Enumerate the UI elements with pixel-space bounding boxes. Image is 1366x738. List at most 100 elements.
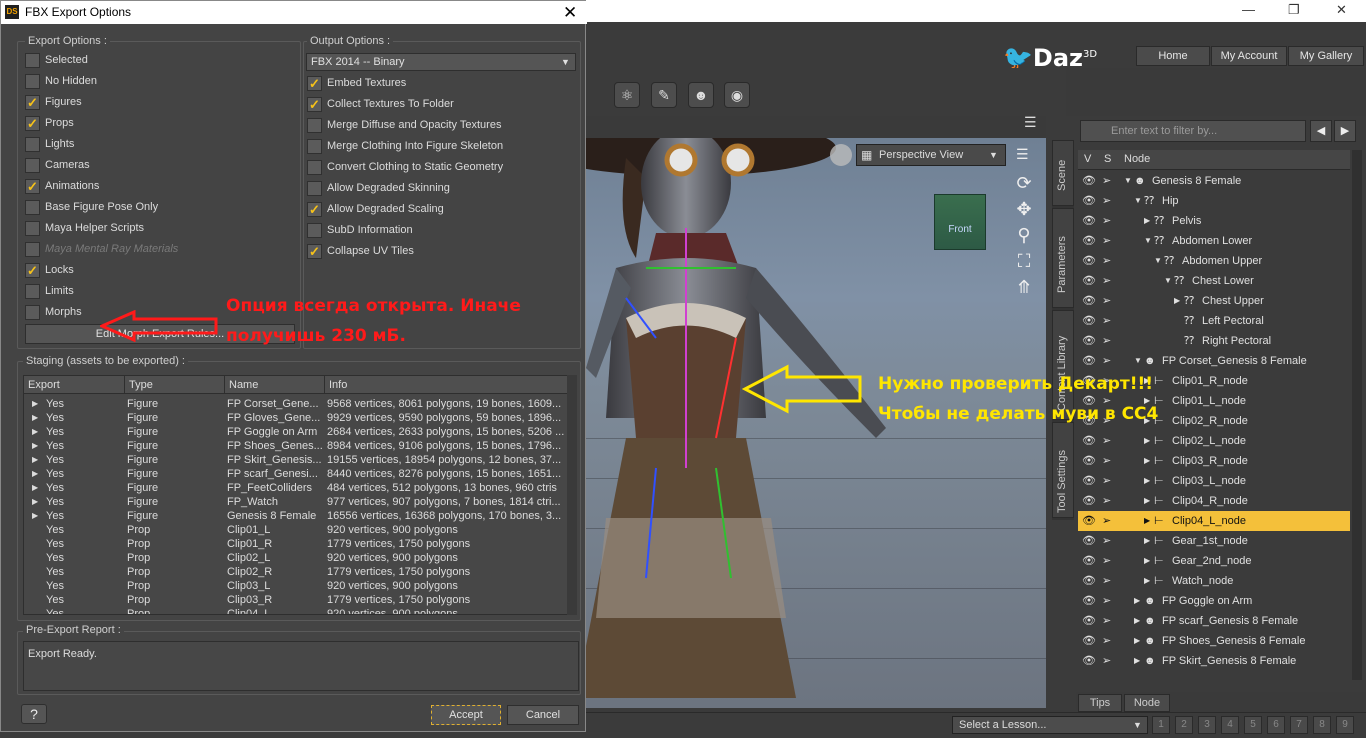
col-name[interactable]: Name	[225, 376, 325, 394]
eye-icon[interactable]: 👁	[1082, 291, 1096, 311]
twisty-icon[interactable]: ▶	[1144, 431, 1150, 451]
scene-filter-input[interactable]: Enter text to filter by...	[1080, 120, 1306, 142]
output-option[interactable]: Merge Diffuse and Opacity Textures	[307, 117, 571, 135]
col-type[interactable]: Type	[125, 376, 225, 394]
expand-arrow-icon[interactable]: ▶	[32, 425, 42, 439]
filter-prev-icon[interactable]: ◀	[1310, 120, 1332, 142]
lesson-step-button[interactable]: 9	[1336, 716, 1354, 734]
eye-icon[interactable]: 👁	[1082, 331, 1096, 351]
eye-icon[interactable]: 👁	[1082, 271, 1096, 291]
checkbox[interactable]: ✓	[307, 76, 322, 91]
select-arrow-icon[interactable]: ➢	[1102, 311, 1111, 331]
eye-icon[interactable]: 👁	[1082, 251, 1096, 271]
scene-node[interactable]: 👁 ➢ ▼ ⁇ Hip	[1078, 191, 1350, 211]
twisty-icon[interactable]: ▶	[1144, 551, 1150, 571]
twisty-icon[interactable]: ▼	[1124, 171, 1132, 191]
scene-node[interactable]: 👁 ➢ ▼ ⁇ Abdomen Lower	[1078, 231, 1350, 251]
eye-icon[interactable]: 👁	[1082, 431, 1096, 451]
output-option[interactable]: ✓ Embed Textures	[307, 75, 571, 93]
checkbox[interactable]	[307, 118, 322, 133]
checkbox[interactable]: ✓	[25, 263, 40, 278]
twisty-icon[interactable]: ▶	[1134, 611, 1140, 631]
table-row[interactable]: ▶ Yes Figure FP_Watch 977 vertices, 907 poly…	[24, 495, 568, 509]
export-option[interactable]: Base Figure Pose Only	[25, 199, 285, 217]
eye-icon[interactable]: 👁	[1082, 651, 1096, 671]
table-row[interactable]: Yes Prop Clip04_L 920 vertices, 900 polygon…	[24, 607, 568, 614]
frame-icon[interactable]: ⛶	[1012, 250, 1036, 274]
eye-icon[interactable]: 👁	[1082, 571, 1096, 591]
orbit-icon[interactable]: ⟳	[1012, 172, 1036, 196]
close-icon[interactable]: ✕	[563, 1, 577, 24]
table-row[interactable]: Yes Prop Clip02_R 1779 vertices, 1750 polyg…	[24, 565, 568, 579]
lesson-step-button[interactable]: 6	[1267, 716, 1285, 734]
lesson-step-button[interactable]: 8	[1313, 716, 1331, 734]
select-arrow-icon[interactable]: ➢	[1102, 211, 1111, 231]
checkbox[interactable]: ✓	[25, 179, 40, 194]
scene-node[interactable]: 👁 ➢ ▼ ⁇ Abdomen Upper	[1078, 251, 1350, 271]
select-arrow-icon[interactable]: ➢	[1102, 271, 1111, 291]
select-arrow-icon[interactable]: ➢	[1102, 451, 1111, 471]
scene-node[interactable]: 👁 ➢ ⁇ Left Pectoral	[1078, 311, 1350, 331]
scene-node[interactable]: 👁 ➢ ▶ ⊢ Clip03_R_node	[1078, 451, 1350, 471]
checkbox[interactable]: ✓	[25, 116, 40, 131]
table-row[interactable]: ▶ Yes Figure FP_FeetColliders 484 vertices, …	[24, 481, 568, 495]
scene-node[interactable]: 👁 ➢ ▶ ⁇ Chest Upper	[1078, 291, 1350, 311]
output-option[interactable]: ✓ Allow Degraded Scaling	[307, 201, 571, 219]
close-icon[interactable]: ✕	[1336, 2, 1347, 18]
figure-tool-icon[interactable]: ☻	[688, 82, 714, 108]
scene-node[interactable]: 👁 ➢ ▶ ⁇ Pelvis	[1078, 211, 1350, 231]
lesson-step-button[interactable]: 7	[1290, 716, 1308, 734]
scene-node[interactable]: 👁 ➢ ▶ ☻ FP Goggle on Arm	[1078, 591, 1350, 611]
export-option[interactable]: ✓ Props	[25, 115, 285, 133]
lesson-step-button[interactable]: 5	[1244, 716, 1262, 734]
node-tab[interactable]: Node	[1124, 694, 1170, 712]
export-option[interactable]: ✓ Animations	[25, 178, 285, 196]
twisty-icon[interactable]: ▶	[1144, 491, 1150, 511]
checkbox[interactable]	[307, 223, 322, 238]
select-arrow-icon[interactable]: ➢	[1102, 251, 1111, 271]
col-export[interactable]: Export	[24, 376, 125, 394]
output-option[interactable]: SubD Information	[307, 222, 571, 240]
checkbox[interactable]	[25, 284, 40, 299]
checkbox[interactable]	[25, 137, 40, 152]
col-node[interactable]: Node	[1124, 153, 1150, 165]
checkbox[interactable]	[25, 158, 40, 173]
twisty-icon[interactable]: ▶	[1144, 571, 1150, 591]
select-arrow-icon[interactable]: ➢	[1102, 231, 1111, 251]
expand-arrow-icon[interactable]: ▶	[32, 481, 42, 495]
pan-icon[interactable]: ✥	[1012, 198, 1036, 222]
export-option[interactable]: ✓ Locks	[25, 262, 285, 280]
checkbox[interactable]	[307, 139, 322, 154]
my-gallery-button[interactable]: My Gallery	[1288, 46, 1364, 66]
table-row[interactable]: ▶ Yes Figure FP Gloves_Gene... 9929 vertices…	[24, 411, 568, 425]
fbx-version-select[interactable]: FBX 2014 -- Binary ▼	[306, 53, 576, 71]
lesson-step-button[interactable]: 4	[1221, 716, 1239, 734]
scene-node[interactable]: 👁 ➢ ▼ ⁇ Chest Lower	[1078, 271, 1350, 291]
select-arrow-icon[interactable]: ➢	[1102, 511, 1111, 531]
scene-node[interactable]: 👁 ➢ ⁇ Right Pectoral	[1078, 331, 1350, 351]
select-arrow-icon[interactable]: ➢	[1102, 291, 1111, 311]
select-arrow-icon[interactable]: ➢	[1102, 191, 1111, 211]
table-row[interactable]: ▶ Yes Figure FP Shoes_Genes... 8984 vertices…	[24, 439, 568, 453]
viewport-options-icon[interactable]: ☰	[1016, 146, 1029, 163]
expand-arrow-icon[interactable]: ▶	[32, 397, 42, 411]
output-option[interactable]: Convert Clothing to Static Geometry	[307, 159, 571, 177]
select-arrow-icon[interactable]: ➢	[1102, 351, 1111, 371]
select-arrow-icon[interactable]: ➢	[1102, 171, 1111, 191]
perspective-view-select[interactable]: ▦ Perspective View ▼	[856, 144, 1006, 166]
eye-icon[interactable]: 👁	[1082, 171, 1096, 191]
scene-scrollbar[interactable]	[1352, 150, 1362, 680]
expand-arrow-icon[interactable]: ▶	[32, 467, 42, 481]
scene-node[interactable]: 👁 ➢ ▶ ⊢ Watch_node	[1078, 571, 1350, 591]
output-option[interactable]: ✓ Collect Textures To Folder	[307, 96, 571, 114]
export-option[interactable]: Selected	[25, 52, 285, 70]
eye-icon[interactable]: 👁	[1082, 551, 1096, 571]
select-arrow-icon[interactable]: ➢	[1102, 571, 1111, 591]
expand-arrow-icon[interactable]: ▶	[32, 495, 42, 509]
checkbox[interactable]: ✓	[307, 202, 322, 217]
eye-icon[interactable]: 👁	[1082, 511, 1096, 531]
table-row[interactable]: ▶ Yes Figure FP Corset_Gene... 9568 vertices…	[24, 397, 568, 411]
tips-tab[interactable]: Tips	[1078, 694, 1122, 712]
scene-node[interactable]: 👁 ➢ ▶ ⊢ Gear_1st_node	[1078, 531, 1350, 551]
cancel-button[interactable]: Cancel	[507, 705, 579, 725]
